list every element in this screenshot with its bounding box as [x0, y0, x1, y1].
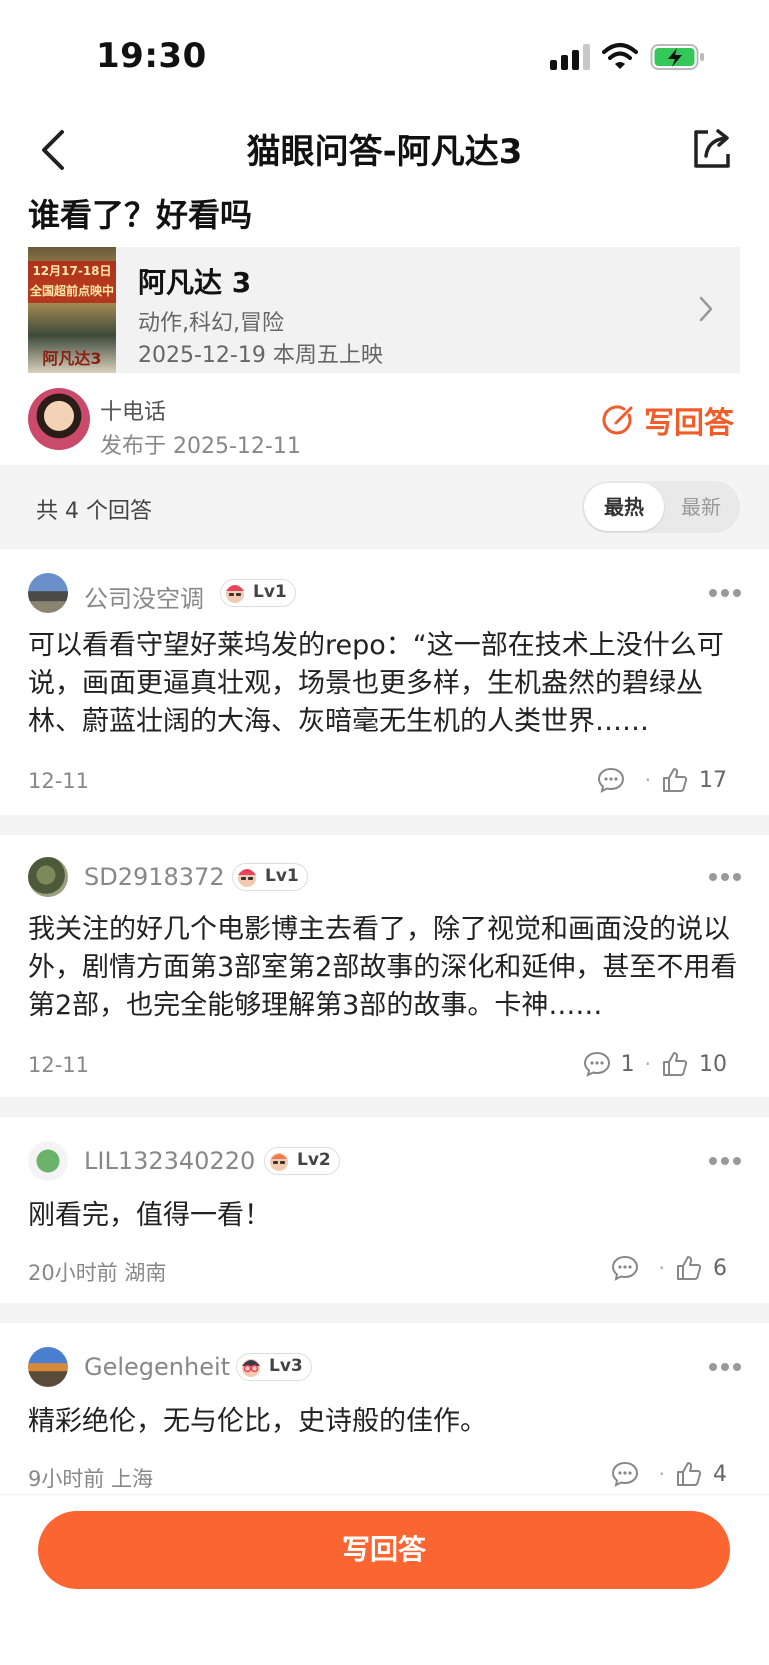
level-badge: Lv2: [264, 1147, 340, 1175]
page-title: 猫眼问答-阿凡达3: [246, 132, 523, 172]
like-count: 10: [699, 1051, 727, 1077]
like-icon[interactable]: [661, 1050, 689, 1078]
answer-item[interactable]: LIL132340220 Lv2 刚看完，值得一看！ 20小时前 湖南 · 6: [0, 1117, 769, 1303]
movie-poster: 12月17-18日 全国超前点映中 阿凡达3: [28, 247, 116, 373]
answer-item[interactable]: SD2918372 Lv1 我关注的好几个电影博主去看了，除了视觉和画面没的说以…: [0, 835, 769, 1097]
status-time: 19:30: [96, 36, 207, 76]
poster-title: 阿凡达3: [42, 349, 102, 368]
cellular-signal-icon: [550, 44, 590, 70]
answer-username[interactable]: LIL132340220: [84, 1147, 255, 1175]
answers-summary-bar: 共 4 个回答 最热 最新: [0, 465, 769, 549]
answer-text[interactable]: 可以看看守望好莱坞发的repo：“这一部在技术上没什么可说，画面更逼真壮观，场景…: [28, 627, 740, 741]
separator-dot: ·: [644, 1052, 651, 1076]
answer-text[interactable]: 我关注的好几个电影博主去看了，除了视觉和画面没的说以外，剧情方面第3部室第2部故…: [28, 911, 740, 1025]
level-badge: Lv1: [232, 863, 308, 891]
answer-actions: · 17: [597, 765, 727, 795]
answer-username[interactable]: SD2918372: [84, 863, 225, 891]
answer-username[interactable]: Gelegenheit: [84, 1353, 230, 1381]
answer-count: 共 4 个回答: [36, 499, 152, 524]
like-count: 17: [699, 767, 727, 793]
movie-genre: 动作,科幻,冒险: [138, 311, 284, 336]
status-bar: 19:30: [0, 0, 769, 112]
answer-time: 9小时前 上海: [28, 1467, 154, 1491]
battery-charging-icon: [650, 44, 704, 70]
chevron-right-icon: [699, 296, 713, 322]
comment-icon[interactable]: [597, 766, 625, 794]
answer-actions: · 6: [611, 1253, 727, 1283]
like-icon[interactable]: [675, 1460, 703, 1488]
more-options-icon[interactable]: [708, 588, 742, 598]
poster-banner-text: 12月17-18日 全国超前点映中: [28, 261, 116, 303]
share-icon[interactable]: [690, 126, 734, 170]
more-options-icon[interactable]: [708, 1362, 742, 1372]
answer-time: 12-11: [28, 1053, 90, 1077]
answer-actions: · 4: [611, 1459, 727, 1489]
nav-bar: 猫眼问答-阿凡达3: [0, 112, 769, 188]
answer-text[interactable]: 精彩绝伦，无与伦比，史诗般的佳作。: [28, 1403, 740, 1441]
answer-text[interactable]: 刚看完，值得一看！: [28, 1197, 740, 1235]
section-divider: [0, 815, 769, 835]
user-avatar[interactable]: [28, 1347, 68, 1387]
level-label: Lv1: [253, 582, 287, 602]
level-badge: Lv3: [236, 1353, 312, 1381]
level-avatar-icon: [238, 869, 256, 887]
write-answer-button[interactable]: 写回答: [38, 1511, 730, 1589]
asker-name[interactable]: 十电话: [100, 394, 166, 426]
separator-dot: ·: [644, 768, 651, 792]
comment-count: 1: [620, 1051, 635, 1077]
write-answer-link[interactable]: 写回答: [602, 400, 734, 441]
answer-item[interactable]: Gelegenheit Lv3 精彩绝伦，无与伦比，史诗般的佳作。 9小时前 上…: [0, 1323, 769, 1494]
bottom-bar: 写回答: [0, 1494, 769, 1665]
more-options-icon[interactable]: [708, 1156, 742, 1166]
user-avatar[interactable]: [28, 1141, 68, 1181]
like-icon[interactable]: [675, 1254, 703, 1282]
like-count: 4: [713, 1461, 727, 1487]
sort-hot-tab[interactable]: 最热: [584, 483, 664, 531]
sort-new-tab[interactable]: 最新: [664, 483, 738, 531]
wifi-icon: [602, 43, 638, 69]
level-label: Lv2: [297, 1150, 331, 1170]
answer-item[interactable]: 公司没空调 Lv1 可以看看守望好莱坞发的repo：“这一部在技术上没什么可说，…: [0, 549, 769, 815]
question-title: 谁看了？好看吗: [28, 196, 253, 234]
asker-post-date: 发布于 2025-12-11: [100, 434, 301, 459]
answer-time: 20小时前 湖南: [28, 1261, 167, 1285]
movie-name: 阿凡达 3: [138, 266, 252, 299]
level-badge: Lv1: [220, 579, 296, 607]
movie-release-date: 2025-12-19 本周五上映: [138, 343, 383, 368]
level-avatar-icon: [242, 1359, 260, 1377]
back-arrow-icon[interactable]: [36, 128, 70, 172]
like-icon[interactable]: [661, 766, 689, 794]
asker-avatar[interactable]: [28, 388, 90, 450]
level-label: Lv3: [269, 1356, 303, 1376]
more-options-icon[interactable]: [708, 872, 742, 882]
write-answer-label: 写回答: [644, 406, 734, 441]
comment-icon[interactable]: [611, 1254, 639, 1282]
answer-username[interactable]: 公司没空调: [84, 579, 204, 614]
answer-actions: 1 · 10: [583, 1049, 727, 1079]
level-avatar-icon: [270, 1153, 288, 1171]
answer-time: 12-11: [28, 769, 90, 793]
level-label: Lv1: [265, 866, 299, 886]
pen-icon: [602, 405, 633, 435]
movie-card[interactable]: 12月17-18日 全国超前点映中 阿凡达3 阿凡达 3 动作,科幻,冒险 20…: [28, 247, 740, 373]
comment-icon[interactable]: [583, 1050, 611, 1078]
comment-icon[interactable]: [611, 1460, 639, 1488]
level-avatar-icon: [226, 585, 244, 603]
separator-dot: ·: [658, 1256, 665, 1280]
separator-dot: ·: [658, 1462, 665, 1486]
user-avatar[interactable]: [28, 573, 68, 613]
like-count: 6: [713, 1255, 727, 1281]
section-divider: [0, 1097, 769, 1117]
sort-toggle: 最热 最新: [582, 481, 740, 533]
user-avatar[interactable]: [28, 857, 68, 897]
section-divider: [0, 1303, 769, 1323]
